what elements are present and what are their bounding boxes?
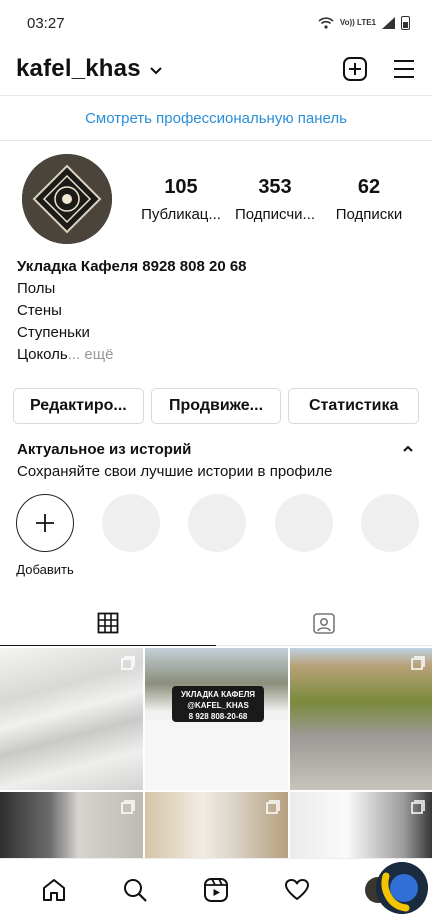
add-highlight-label: Добавить (16, 562, 74, 577)
status-time: 03:27 (27, 14, 65, 32)
grid-icon (97, 612, 119, 633)
post-tile[interactable] (290, 648, 432, 790)
bio-last-text: Цоколь (17, 346, 68, 363)
add-post-icon[interactable] (342, 56, 368, 82)
app-bubble-logo (376, 862, 428, 914)
heart-icon (284, 878, 309, 900)
posts-count: 105 (164, 176, 198, 198)
car-sticker-line: УКЛАДКА КАФЕЛЯ (180, 690, 256, 699)
carousel-icon (121, 800, 135, 814)
following-count: 62 (357, 176, 381, 198)
edit-profile-button[interactable]: Редактиро... (13, 388, 144, 424)
nav-activity[interactable] (275, 868, 319, 912)
carousel-icon (411, 800, 425, 814)
highlights-subtitle: Сохраняйте свои лучшие истории в профиле (17, 463, 333, 480)
bio-line: Стены (17, 302, 62, 319)
floating-app-bubble[interactable] (376, 862, 428, 914)
username[interactable]: kafel_khas (16, 55, 141, 83)
status-bar: 03:27 Vo)) LTE1 (0, 0, 432, 46)
plus-icon (36, 514, 54, 532)
profile-header: kafel_khas (0, 44, 432, 94)
highlight-placeholder (275, 494, 333, 552)
professional-dashboard-link[interactable]: Смотреть профессиональную панель (0, 95, 432, 141)
highlight-placeholder (188, 494, 246, 552)
followers-label: Подписчи... (234, 206, 316, 223)
post-tile[interactable]: УКЛАДКА КАФЕЛЯ @KAFEL_KHAS 8 928 808-20-… (145, 648, 288, 790)
tagged-icon (313, 612, 335, 634)
bio-line-last: Цоколь... ещё (17, 344, 417, 366)
insights-button[interactable]: Статистика (288, 388, 420, 424)
signal-icon (382, 17, 395, 29)
search-icon (124, 878, 147, 902)
bio-more-link[interactable]: ... ещё (68, 346, 114, 363)
chevron-up-icon[interactable] (402, 445, 414, 453)
network-label: Vo)) LTE1 (339, 18, 376, 27)
profile-bio: Укладка Кафеля 8928 808 20 68 Полы Стены… (17, 256, 417, 366)
nav-search[interactable] (113, 868, 157, 912)
profile-stats: 105 Публикац... 353 Подписчи... 62 Подпи… (134, 176, 416, 223)
followers-count: 353 (258, 176, 292, 198)
promote-button[interactable]: Продвиже... (150, 388, 282, 424)
bio-name: Укладка Кафеля 8928 808 20 68 (17, 258, 247, 275)
highlights-title[interactable]: Актуальное из историй (17, 441, 191, 458)
menu-icon[interactable] (392, 58, 416, 80)
profile-actions: Редактиро... Продвиже... Статистика (13, 388, 420, 424)
nav-home[interactable] (32, 868, 76, 912)
status-icons: Vo)) LTE1 (318, 16, 410, 30)
profile-tabs (0, 600, 432, 646)
carousel-icon (411, 656, 425, 670)
post-tile[interactable] (0, 648, 143, 790)
followers-stat[interactable]: 353 Подписчи... (228, 176, 322, 223)
car-sticker-line: 8 928 808-20-68 (188, 712, 248, 721)
highlight-placeholder (102, 494, 160, 552)
home-icon (43, 878, 66, 901)
avatar[interactable] (22, 154, 112, 244)
posts-label: Публикац... (141, 206, 221, 223)
following-label: Подписки (335, 206, 403, 223)
car-image (145, 720, 288, 790)
bottom-nav (0, 858, 432, 920)
carousel-icon (121, 656, 135, 670)
avatar-tile-image (22, 154, 112, 244)
tab-tagged[interactable] (216, 600, 432, 645)
car-sticker: УКЛАДКА КАФЕЛЯ @KAFEL_KHAS 8 928 808-20-… (172, 686, 264, 722)
story-highlights: Добавить (0, 494, 432, 584)
tab-grid[interactable] (0, 600, 216, 646)
add-highlight-button[interactable] (16, 494, 74, 552)
bio-line: Ступеньки (17, 324, 90, 341)
wifi-icon (318, 17, 334, 29)
nav-reels[interactable] (194, 868, 238, 912)
chevron-down-icon[interactable] (149, 66, 163, 76)
car-sticker-line: @KAFEL_KHAS (187, 701, 249, 710)
reels-icon (203, 877, 228, 902)
carousel-icon (266, 800, 280, 814)
bio-line: Полы (17, 280, 56, 297)
posts-stat[interactable]: 105 Публикац... (134, 176, 228, 223)
highlight-placeholder (361, 494, 419, 552)
following-stat[interactable]: 62 Подписки (322, 176, 416, 223)
battery-icon (401, 16, 410, 30)
